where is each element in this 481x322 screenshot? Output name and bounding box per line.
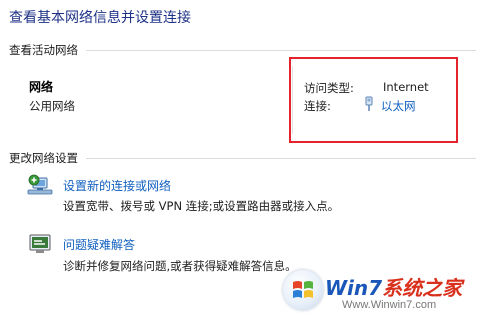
- watermark-url: Www.Winwin7.com: [342, 299, 437, 311]
- watermark-brand: Win7系统之家: [325, 272, 462, 301]
- change-settings-divider: [86, 158, 476, 159]
- troubleshoot-icon: [28, 232, 52, 256]
- network-category: 公用网络: [29, 99, 75, 113]
- troubleshoot-description: 诊断并修复网络问题,或者获得疑难解答信息。: [63, 259, 297, 273]
- windows-flag-logo: [283, 270, 323, 310]
- change-settings-section-label: 更改网络设置: [9, 151, 78, 165]
- watermark-brand-part2: 系统之家: [382, 276, 463, 300]
- page-title: 查看基本网络信息并设置连接: [9, 10, 191, 26]
- network-setup-icon: [27, 173, 53, 199]
- network-name: 网络: [29, 80, 54, 94]
- highlight-box: [289, 57, 458, 143]
- setup-connection-link[interactable]: 设置新的连接或网络: [63, 177, 171, 194]
- watermark-brand-part1: Win7: [325, 276, 383, 300]
- active-networks-section-label: 查看活动网络: [9, 43, 78, 57]
- troubleshoot-link[interactable]: 问题疑难解答: [63, 236, 135, 253]
- setup-connection-description: 设置宽带、拨号或 VPN 连接;或设置路由器或接入点。: [63, 199, 340, 213]
- active-networks-divider: [86, 50, 476, 51]
